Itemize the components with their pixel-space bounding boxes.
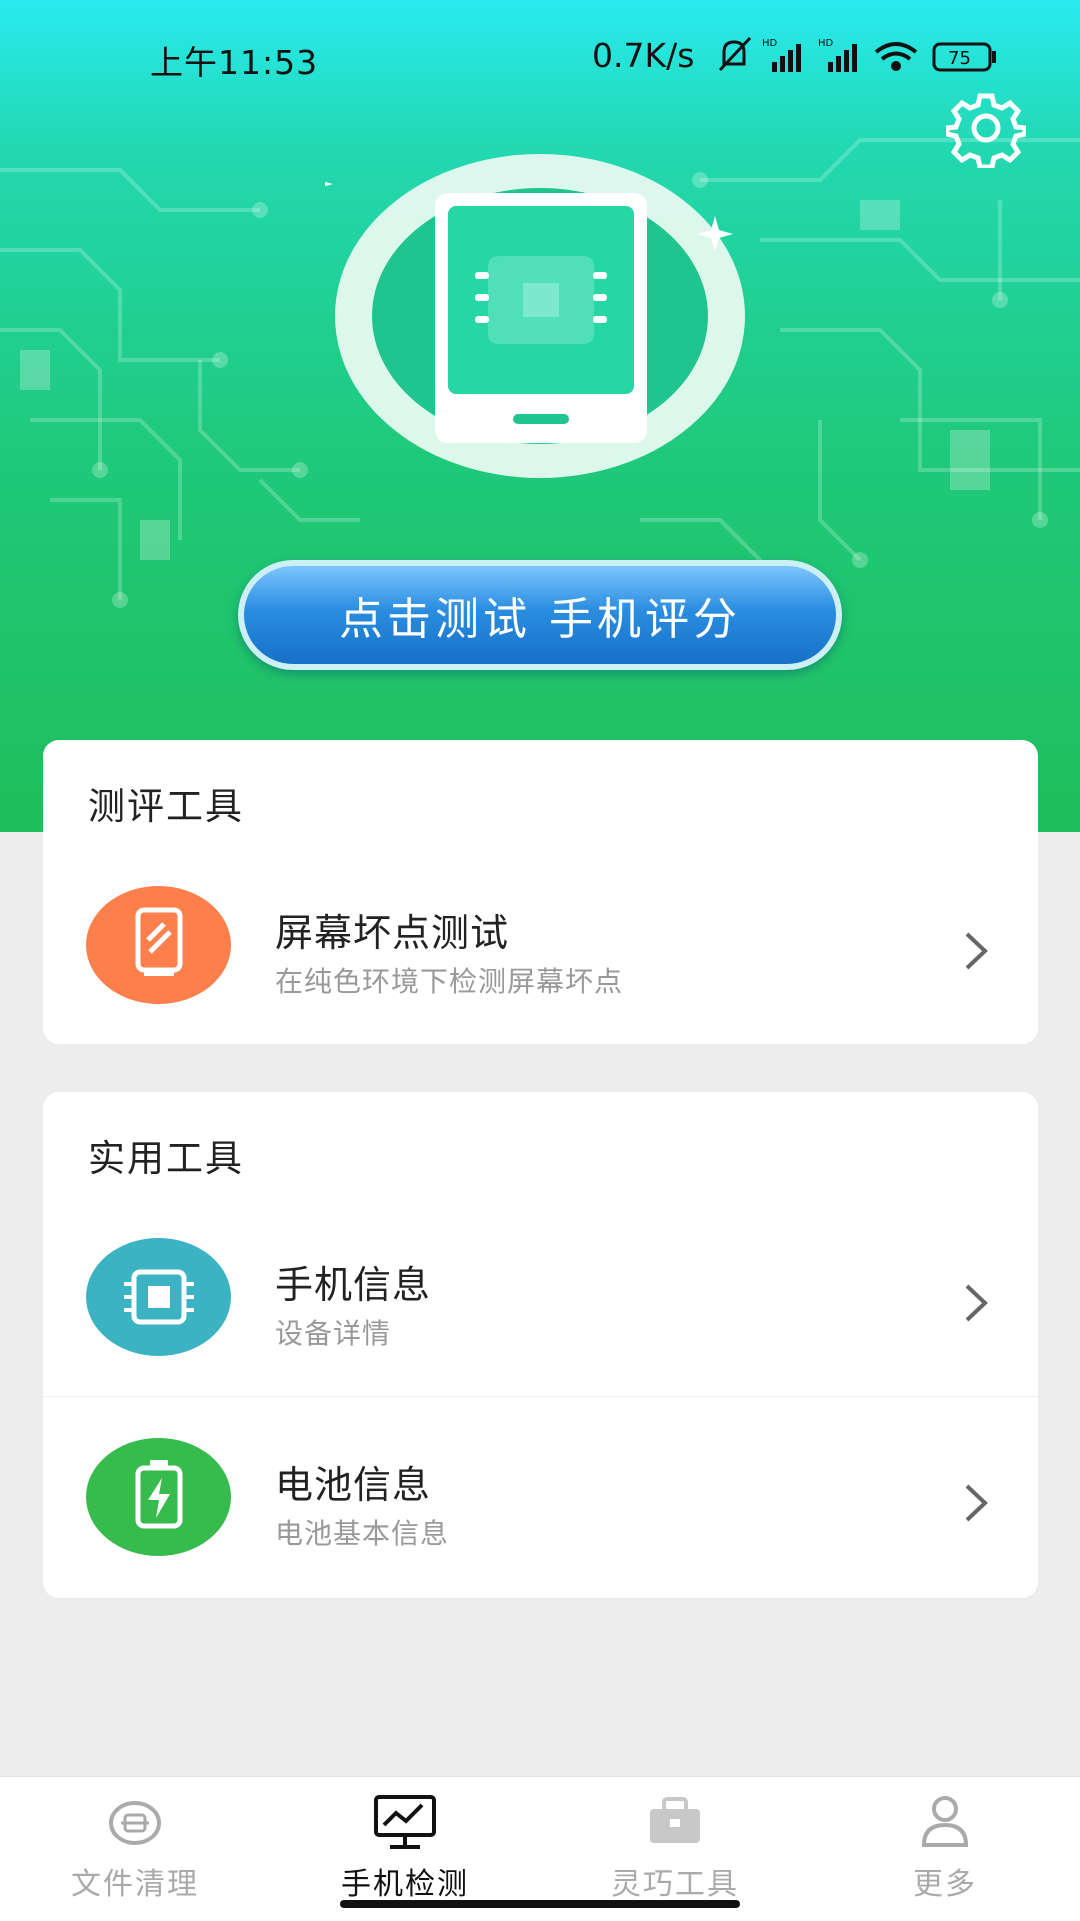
chip-icon — [86, 1238, 231, 1356]
mute-icon — [718, 36, 752, 72]
status-time: 上午11:53 — [150, 43, 319, 82]
battery-icon: 75 — [932, 42, 996, 72]
hd-signal-icon: HD — [818, 38, 857, 72]
list-item-title: 电池信息 — [275, 1463, 432, 1507]
screen-test-icon — [86, 886, 231, 1004]
list-item-screen-test[interactable]: 屏幕坏点测试 在纯色环境下检测屏幕坏点 — [43, 850, 1038, 1040]
clean-icon — [109, 1801, 161, 1845]
home-indicator[interactable] — [340, 1900, 740, 1908]
gear-icon[interactable] — [946, 88, 1026, 168]
section-title: 实用工具 — [88, 1137, 244, 1180]
evaluation-tools-card: 测评工具 屏幕坏点测试 在纯色环境下检测屏幕坏点 — [43, 740, 1038, 1044]
chevron-right-icon — [965, 932, 988, 970]
utility-tools-card: 实用工具 手机信息 设备详情 电池信息 电池基本信息 — [43, 1092, 1038, 1598]
list-item-title: 手机信息 — [275, 1263, 432, 1307]
phone-illustration — [325, 154, 745, 478]
tab-file-clean[interactable]: 文件清理 — [0, 1777, 270, 1921]
list-item-phone-info[interactable]: 手机信息 设备详情 — [43, 1202, 1038, 1392]
list-item-title: 屏幕坏点测试 — [275, 911, 510, 955]
battery-level: 75 — [948, 48, 971, 69]
tab-label: 文件清理 — [71, 1867, 199, 1902]
tab-label: 更多 — [913, 1867, 977, 1902]
test-score-button[interactable]: 点击测试 手机评分 — [238, 560, 842, 670]
battery-charge-icon — [86, 1438, 231, 1556]
hero-banner: 上午11:53 0.7K/s HD HD 75 点击测试 手机评分 — [0, 0, 1080, 832]
chevron-right-icon — [965, 1484, 988, 1522]
tab-label: 手机检测 — [341, 1867, 469, 1902]
divider — [43, 1396, 1038, 1397]
tab-label: 灵巧工具 — [611, 1867, 739, 1902]
chevron-right-icon — [965, 1284, 988, 1322]
list-item-battery-info[interactable]: 电池信息 电池基本信息 — [43, 1402, 1038, 1592]
status-network-speed: 0.7K/s — [592, 36, 695, 75]
section-title: 测评工具 — [88, 785, 244, 828]
list-item-subtitle: 在纯色环境下检测屏幕坏点 — [275, 965, 624, 998]
svg-text:HD: HD — [818, 38, 834, 49]
toolbox-icon — [650, 1797, 700, 1843]
status-bar: 上午11:53 0.7K/s HD HD 75 — [0, 0, 1080, 110]
svg-text:HD: HD — [762, 38, 778, 49]
hd-signal-icon: HD — [762, 38, 801, 72]
list-item-subtitle: 电池基本信息 — [275, 1517, 450, 1550]
status-icons: HD HD 75 — [718, 36, 996, 72]
list-item-subtitle: 设备详情 — [275, 1317, 392, 1350]
wifi-icon — [874, 42, 918, 71]
monitor-icon — [374, 1795, 436, 1849]
tab-more[interactable]: 更多 — [810, 1777, 1080, 1921]
profile-icon — [921, 1796, 969, 1847]
